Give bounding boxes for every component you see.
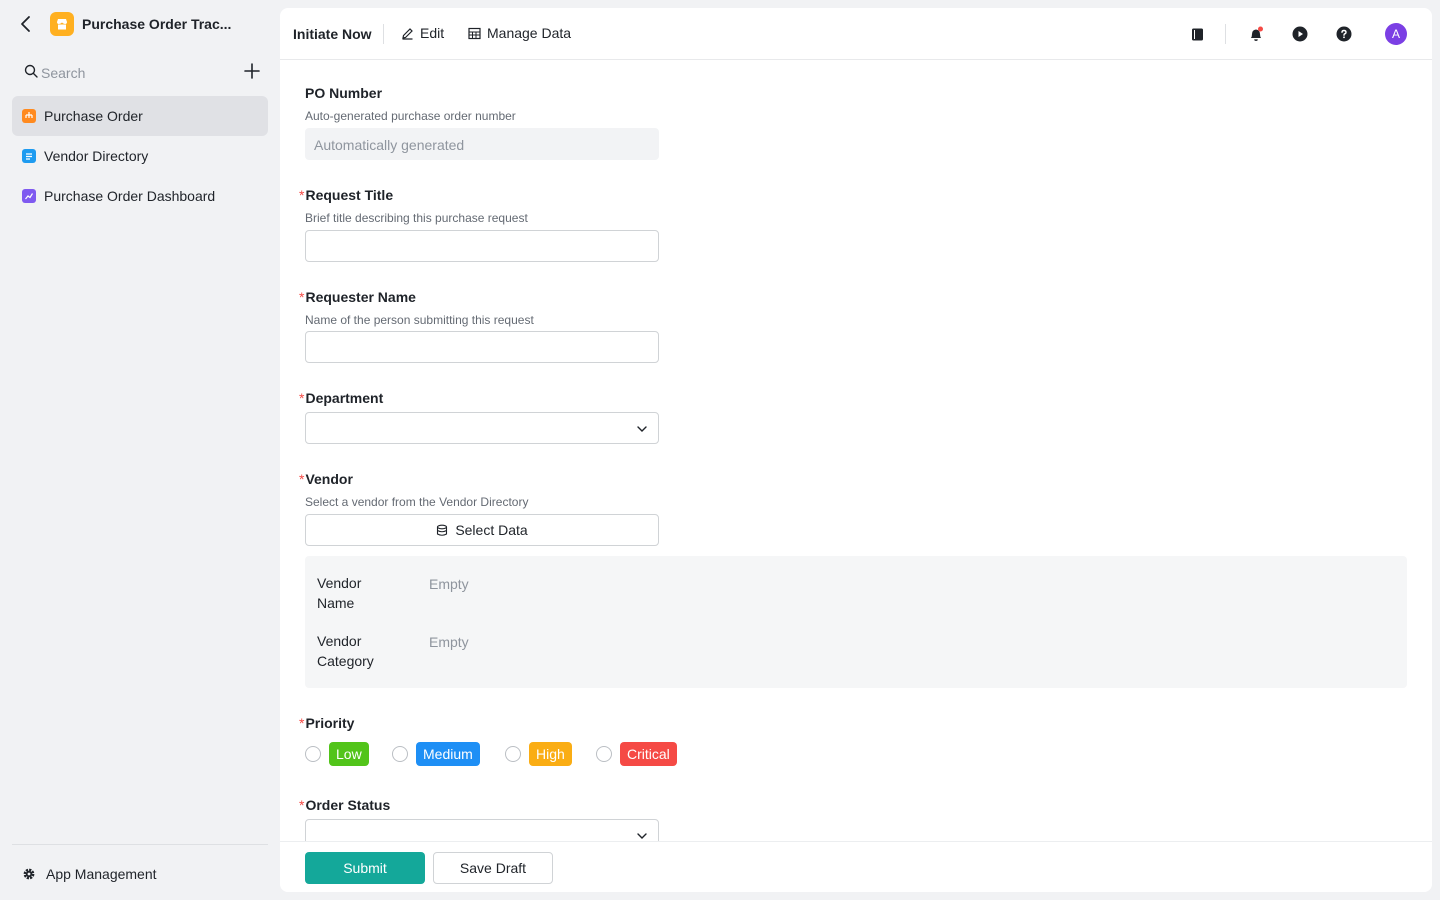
- save-draft-button[interactable]: Save Draft: [433, 852, 553, 884]
- edit-button[interactable]: Edit: [401, 25, 444, 41]
- po-number-label: PO Number: [305, 85, 383, 101]
- priority-label: *Priority: [299, 715, 355, 731]
- select-data-label: Select Data: [455, 522, 528, 538]
- manage-data-button[interactable]: Manage Data: [468, 25, 571, 41]
- sidebar-divider: [12, 844, 268, 845]
- search-icon: [24, 64, 38, 78]
- vendor-category-key: Vendor Category: [317, 633, 374, 669]
- back-arrow-icon[interactable]: [16, 14, 36, 34]
- help-icon[interactable]: [1334, 24, 1354, 44]
- search-input[interactable]: Search: [41, 65, 85, 81]
- sidebar-item-label: Purchase Order: [44, 108, 143, 124]
- submit-button[interactable]: Submit: [305, 852, 425, 884]
- tab-initiate-now[interactable]: Initiate Now: [293, 26, 372, 42]
- po-number-placeholder: Automatically generated: [314, 137, 465, 153]
- po-number-field: Automatically generated: [305, 128, 659, 160]
- add-icon[interactable]: [243, 62, 261, 80]
- radio-button[interactable]: [505, 746, 521, 762]
- gear-icon: [23, 868, 35, 880]
- department-label: *Department: [299, 390, 384, 406]
- requester-name-input[interactable]: [305, 331, 659, 363]
- select-data-button[interactable]: Select Data: [305, 514, 659, 546]
- edit-label: Edit: [420, 25, 445, 41]
- app-management-label: App Management: [46, 866, 157, 882]
- book-icon[interactable]: [1187, 24, 1207, 44]
- priority-option-medium[interactable]: Medium: [392, 742, 480, 766]
- app-management-button[interactable]: App Management: [12, 858, 268, 890]
- vendor-details-panel: Vendor Name Empty Vendor Category Empty: [305, 556, 1407, 688]
- database-icon: [437, 524, 448, 536]
- toolbar-divider: [1225, 24, 1226, 44]
- toolbar-divider: [383, 24, 384, 44]
- priority-tag: High: [529, 742, 572, 766]
- app-title: Purchase Order Trac...: [82, 16, 232, 32]
- sidebar-item-vendor-directory[interactable]: Vendor Directory: [12, 136, 268, 176]
- avatar[interactable]: A: [1385, 23, 1407, 45]
- request-title-description: Brief title describing this purchase req…: [305, 211, 528, 225]
- sidebar-item-label: Purchase Order Dashboard: [44, 188, 216, 204]
- requester-name-label: *Requester Name: [299, 289, 416, 305]
- priority-option-high[interactable]: High: [505, 742, 572, 766]
- vendor-label: *Vendor: [299, 471, 353, 487]
- request-title-label: *Request Title: [299, 187, 394, 203]
- vendor-name-key: Vendor Name: [317, 575, 362, 611]
- chevron-down-icon: [637, 426, 647, 432]
- po-number-description: Auto-generated purchase order number: [305, 109, 516, 123]
- sidebar-item-purchase-order-dashboard[interactable]: Purchase Order Dashboard: [12, 176, 268, 216]
- priority-tag: Critical: [620, 742, 677, 766]
- department-select[interactable]: [305, 412, 659, 444]
- play-icon[interactable]: [1290, 24, 1310, 44]
- vendor-description: Select a vendor from the Vendor Director…: [305, 495, 529, 509]
- priority-tag: Low: [329, 742, 369, 766]
- sidebar-search[interactable]: Search: [12, 58, 268, 86]
- table-grid-icon: [468, 27, 481, 39]
- bell-icon[interactable]: [1246, 24, 1266, 44]
- radio-button[interactable]: [392, 746, 408, 762]
- manage-data-label: Manage Data: [487, 25, 572, 41]
- order-status-label: *Order Status: [299, 797, 391, 813]
- vendor-category-value: Empty: [429, 634, 469, 650]
- pencil-icon: [402, 27, 413, 40]
- form-footer: Submit Save Draft: [280, 841, 1432, 892]
- toolbar: Initiate Now Edit Manage Data A: [280, 8, 1432, 60]
- sidebar-header: Purchase Order Trac...: [0, 8, 280, 40]
- priority-option-critical[interactable]: Critical: [596, 742, 677, 766]
- vendor-name-value: Empty: [429, 576, 469, 592]
- app-logo: [50, 12, 74, 36]
- main-panel: Initiate Now Edit Manage Data A PO Numbe…: [280, 8, 1432, 892]
- priority-tag: Medium: [416, 742, 480, 766]
- radio-button[interactable]: [305, 746, 321, 762]
- sidebar-item-label: Vendor Directory: [44, 148, 149, 164]
- request-title-input[interactable]: [305, 230, 659, 262]
- requester-name-description: Name of the person submitting this reque…: [305, 313, 534, 327]
- sidebar-item-purchase-order[interactable]: Purchase Order: [12, 96, 268, 136]
- dashboard-icon: [22, 189, 36, 203]
- radio-button[interactable]: [596, 746, 612, 762]
- priority-option-low[interactable]: Low: [305, 742, 369, 766]
- table-icon: [22, 149, 36, 163]
- form-icon: [22, 109, 36, 123]
- sidebar: Purchase Order Trac... Search Purchase O…: [0, 0, 280, 900]
